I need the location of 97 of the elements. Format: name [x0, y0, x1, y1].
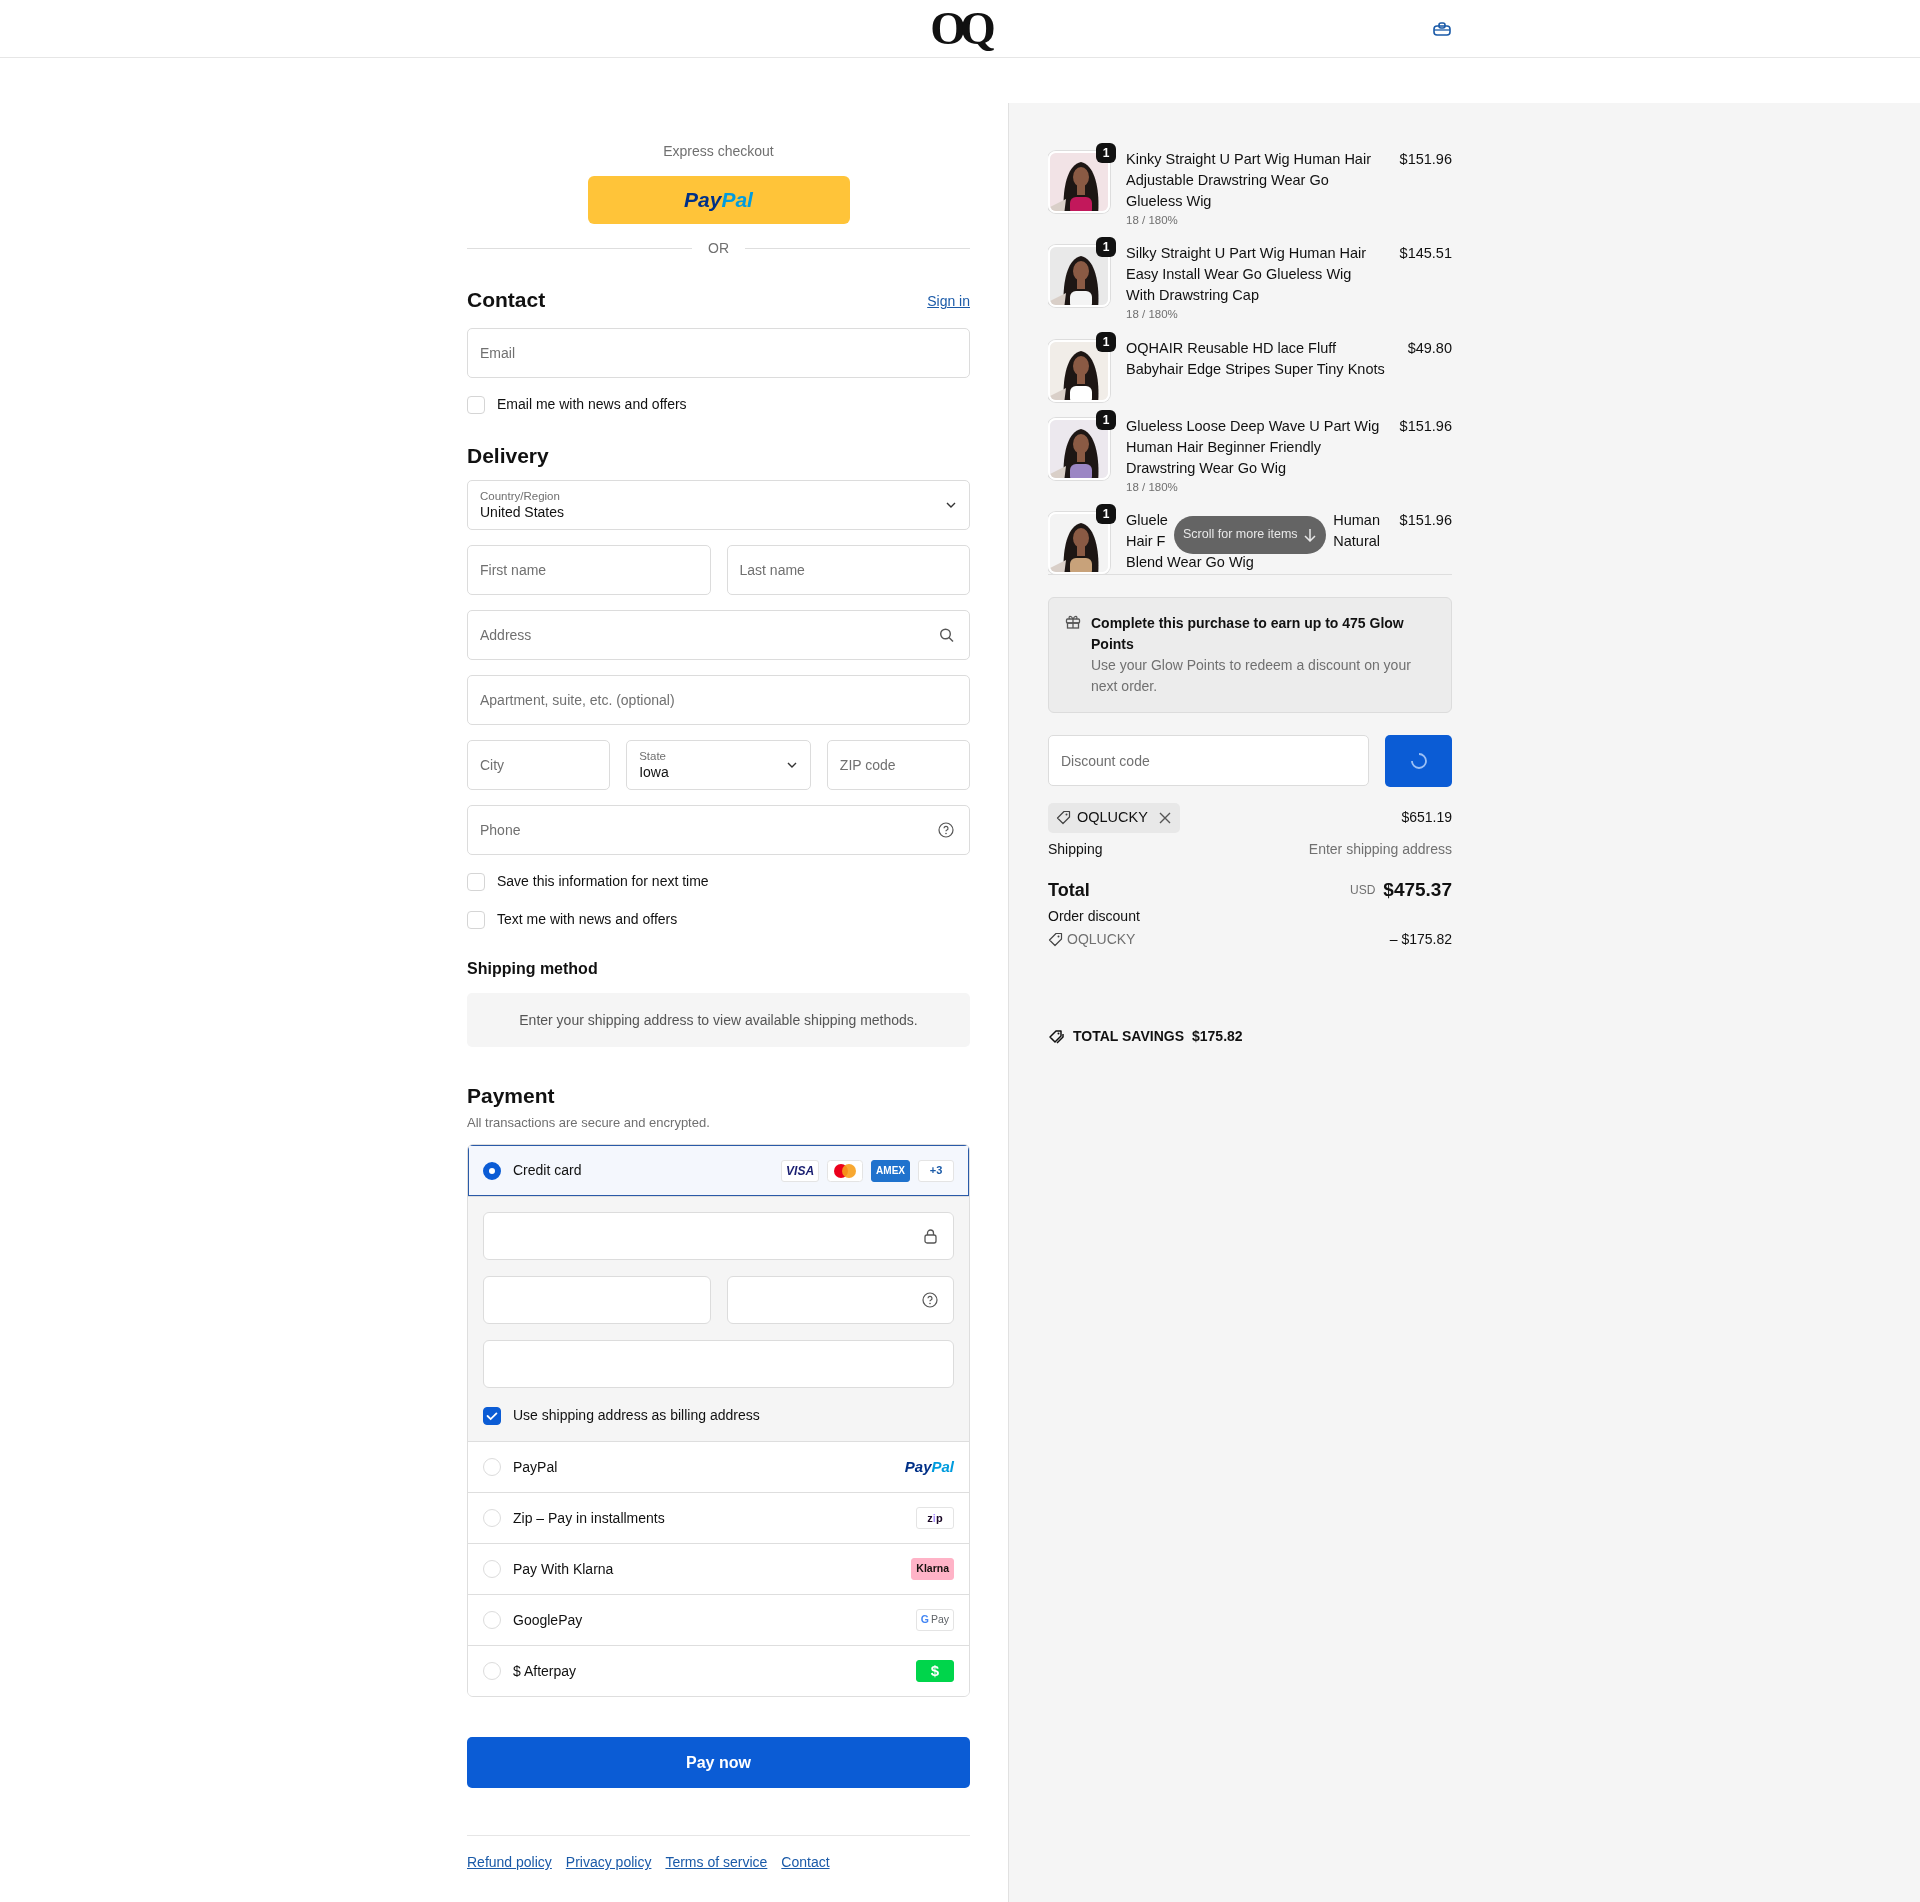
total-label: Total [1048, 878, 1090, 902]
rewards-title: Complete this purchase to earn up to 475 Glow Points [1091, 614, 1405, 654]
footer-link[interactable]: Privacy policy [565, 1852, 652, 1874]
help-icon[interactable] [938, 822, 954, 839]
cash-logo: $ [916, 1660, 954, 1683]
product-title: OQHAIR Reusable HD lace Fluff Babyhair Edge Stripes Super Tiny Knots [1126, 338, 1386, 379]
select-field[interactable]: Country/Region United States [467, 480, 970, 531]
input-field[interactable]: ZIP code [826, 740, 970, 791]
divider-label: OR [708, 239, 729, 258]
product-price: $151.96 [1399, 416, 1452, 436]
checkbox-label: Text me with news and offers [497, 910, 678, 930]
discount-code-field[interactable]: Discount code [1048, 735, 1369, 786]
product-price: $151.96 [1399, 510, 1452, 530]
input-field[interactable] [483, 1212, 954, 1261]
summary-label: Shipping [1048, 839, 1103, 859]
product-title: Kinky Straight U Part Wig Human Hair Adjustable Drawstring Wear Go Glueless Wig [1126, 150, 1372, 211]
gift-icon [1065, 613, 1081, 629]
savings-value: $175.82 [1192, 1027, 1243, 1047]
express-checkout-label: Express checkout [662, 142, 775, 161]
amex-logo: AMEX [871, 1159, 910, 1182]
visa-logo: VISA [781, 1159, 820, 1182]
total-value: $475.37 [1383, 877, 1452, 902]
savings-label: TOTAL SAVINGS [1073, 1027, 1184, 1047]
quantity-badge: 1 [1096, 331, 1116, 352]
quantity-badge: 1 [1096, 409, 1116, 430]
tag-icon [1048, 932, 1063, 948]
footer-link[interactable]: Contact [781, 1852, 830, 1874]
rewards-text: Use your Glow Points to redeem a discount on your next order. [1091, 656, 1412, 696]
section-heading: Payment [467, 1083, 556, 1109]
input-field[interactable] [483, 1340, 954, 1389]
summary-label: Order discount [1048, 907, 1141, 927]
klarna-logo: Klarna [911, 1558, 954, 1581]
payment-subtitle: All transactions are secure and encrypted. [467, 1113, 711, 1132]
checkbox-label: Save this information for next time [497, 872, 709, 892]
product-title-fragment: Hair F [1126, 531, 1166, 551]
pay-now-button[interactable]: Pay now [467, 1737, 970, 1789]
apply-button[interactable] [1385, 735, 1452, 787]
section-heading: Delivery [467, 443, 550, 469]
product-variant: 18 / 180% [1126, 307, 1179, 323]
input-field[interactable]: Last name [726, 545, 970, 596]
sign-in-link[interactable]: Sign in [927, 291, 970, 313]
email-field[interactable]: Email [467, 328, 970, 379]
product-price: $151.96 [1399, 150, 1452, 169]
section-heading: Contact [467, 287, 546, 313]
quantity-badge: 1 [1096, 237, 1116, 258]
discount-amount: – $175.82 [1389, 930, 1452, 950]
card-brand-icon [827, 1159, 864, 1182]
radio-button[interactable] [483, 1161, 501, 1180]
discount-code: OQLUCKY [1067, 930, 1136, 950]
input-field[interactable]: First name [467, 545, 711, 596]
bag-icon[interactable] [1432, 20, 1452, 38]
shipping-value: Enter shipping address [1308, 839, 1452, 859]
product-price: $145.51 [1399, 244, 1452, 264]
payment-option[interactable]: $ Afterpay $ [468, 1645, 969, 1697]
product-title-fragment: Gluele [1126, 510, 1168, 530]
lock-icon [923, 1228, 938, 1245]
subtotal-value: $651.19 [1401, 808, 1452, 828]
product-title-fragment: Natural [1333, 531, 1380, 551]
product-title-fragment: Blend Wear Go Wig [1126, 552, 1254, 572]
product-variant: 18 / 180% [1126, 479, 1179, 495]
help-icon[interactable] [922, 1292, 938, 1309]
google-pay-logo: G Pay [915, 1609, 954, 1632]
quantity-badge: 1 [1096, 503, 1116, 524]
search-icon [939, 627, 954, 643]
scroll-hint[interactable]: Scroll for more items [1174, 515, 1326, 554]
input-field[interactable] [483, 1276, 711, 1325]
input-field[interactable]: Address [467, 610, 970, 661]
shipping-message: Enter your shipping address to view available shipping methods. [467, 993, 970, 1048]
checkbox-label: Email me with news and offers [497, 395, 687, 415]
checkbox-label: Use shipping address as billing address [513, 1406, 760, 1426]
select-field[interactable]: State Iowa [626, 740, 811, 791]
more-brands-badge: +3 [918, 1159, 954, 1182]
close-icon [1157, 810, 1172, 825]
product-title: Glueless Loose Deep Wave U Part Wig Human Hair Beginner Friendly Drawstring Wear Go Wig [1126, 416, 1381, 478]
tag-icon [1056, 810, 1071, 826]
input-field[interactable]: Apartment, suite, etc. (optional) [467, 675, 970, 726]
product-title: Silky Straight U Part Wig Human Hair Easy Install Wear Go Glueless Wig With Drawstring Cap [1126, 244, 1368, 306]
input-field[interactable] [726, 1276, 954, 1325]
product-price: $49.80 [1407, 338, 1452, 358]
quantity-badge: 1 [1096, 143, 1116, 163]
paypal-logo: PayPal [904, 1456, 954, 1477]
zip-logo: zip [916, 1507, 954, 1530]
tags-icon [1048, 1028, 1065, 1045]
payment-option[interactable]: Credit card VISA AMEX +3 [468, 1145, 969, 1197]
footer-link[interactable]: Terms of service [665, 1852, 768, 1874]
arrow-down-icon [1302, 527, 1317, 542]
checkbox[interactable] [483, 1406, 501, 1425]
product-title-fragment: Human [1333, 510, 1380, 530]
paypal-button[interactable]: PayPal [587, 176, 850, 224]
input-field[interactable]: Phone [467, 805, 970, 856]
discount-tag: OQLUCKY [1048, 803, 1180, 833]
logo[interactable]: OQ [930, 5, 990, 52]
section-heading: Shipping method [467, 959, 599, 980]
currency-label: USD [1349, 882, 1376, 899]
footer-link[interactable]: Refund policy [467, 1852, 552, 1874]
input-field[interactable]: City [467, 740, 611, 791]
product-variant: 18 / 180% [1126, 213, 1179, 228]
